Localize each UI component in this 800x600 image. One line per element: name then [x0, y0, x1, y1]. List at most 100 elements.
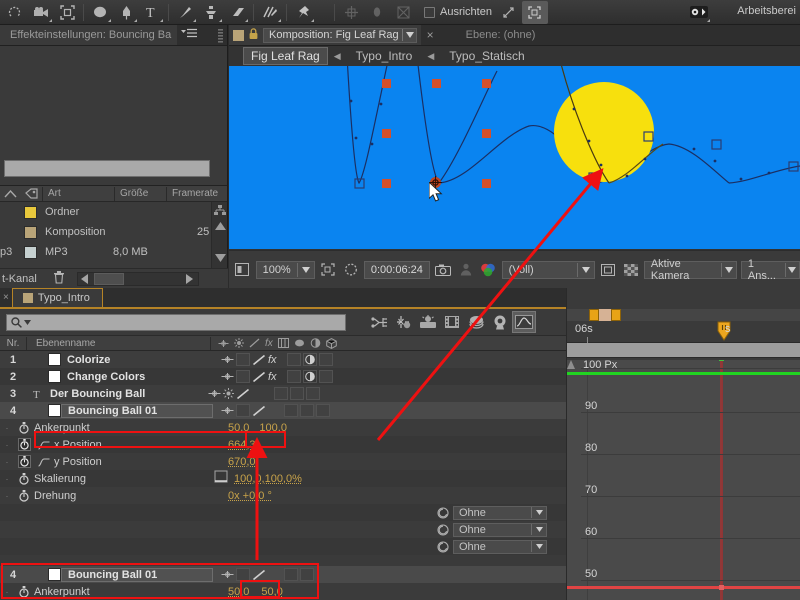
breadcrumb-item[interactable]: Typo_Intro	[347, 48, 422, 64]
property-value-x[interactable]: 0x +0,0 °	[228, 490, 272, 502]
close-icon[interactable]: ×	[427, 28, 434, 42]
graph-toggle-icon[interactable]	[34, 457, 54, 467]
project-col-framerate[interactable]: Framerate	[166, 187, 224, 201]
parent-cell[interactable]: Ohne	[437, 506, 557, 520]
ellipse-tool-icon[interactable]	[87, 1, 113, 24]
align-checkbox[interactable]	[424, 7, 435, 18]
zoom-level-dropdown[interactable]: 100%	[256, 261, 315, 279]
stopwatch-icon[interactable]	[14, 422, 34, 434]
scroll-up-icon[interactable]	[212, 218, 228, 234]
views-dropdown[interactable]: 1 Ans...	[741, 261, 800, 279]
graph-toggle-icon[interactable]	[34, 440, 54, 450]
parent-dropdown[interactable]: Ohne	[453, 506, 547, 520]
type-tool-icon[interactable]: T	[139, 1, 165, 24]
parent-dropdown[interactable]: Ohne	[453, 523, 547, 537]
current-time-display[interactable]: 0:00:06:24	[364, 261, 430, 279]
layer-name[interactable]: Change Colors	[61, 371, 221, 383]
project-vertical-scrollbar[interactable]	[211, 202, 227, 269]
motion-blur-icon[interactable]	[392, 311, 416, 333]
region-of-interest-icon[interactable]	[319, 261, 338, 279]
puppet-pin-tool-icon[interactable]	[290, 1, 316, 24]
camera-tool-icon[interactable]	[28, 1, 54, 24]
layer-name[interactable]: Bouncing Ball 01	[61, 404, 213, 418]
graph-scroll-indicator[interactable]	[567, 360, 575, 600]
property-value-x[interactable]: 50,0	[228, 422, 249, 434]
layer-name[interactable]: Colorize	[61, 354, 221, 366]
property-value-y[interactable]: 50,0	[261, 586, 282, 598]
tab-composition[interactable]: Komposition: Fig Leaf Rag	[229, 25, 421, 45]
panel-grip-icon[interactable]	[218, 29, 223, 46]
property-value-x[interactable]: 670,0	[228, 456, 256, 468]
stopwatch-icon[interactable]	[14, 473, 34, 485]
region-preview-icon[interactable]	[599, 261, 618, 279]
always-preview-icon[interactable]	[233, 261, 252, 279]
project-row[interactable]: Komposition 25	[0, 222, 227, 242]
stopwatch-icon[interactable]	[14, 586, 34, 598]
layer-switches[interactable]	[221, 404, 371, 417]
selection-tool-icon[interactable]	[2, 1, 28, 24]
graph-editor-preview-icon[interactable]	[488, 311, 512, 333]
mask-snap-icon[interactable]	[390, 1, 416, 24]
tab-timeline-composition[interactable]: Typo_Intro	[12, 288, 103, 307]
channels-icon[interactable]	[479, 261, 498, 279]
timeline-close-icon[interactable]: ×	[0, 292, 12, 303]
workarea-end-handle[interactable]	[611, 309, 621, 321]
show-snapshot-icon[interactable]	[456, 261, 475, 279]
layer-switches[interactable]	[221, 568, 371, 581]
parent-cell[interactable]: Ohne	[437, 523, 557, 537]
scrollbar-thumb[interactable]	[94, 273, 124, 285]
resolution-dropdown[interactable]: (Voll)	[502, 261, 595, 279]
camera-view-dropdown[interactable]: Aktive Kamera	[644, 261, 737, 279]
snapshot-icon[interactable]	[434, 261, 453, 279]
panel-menu-icon[interactable]	[181, 28, 197, 42]
clone-stamp-tool-icon[interactable]	[198, 1, 224, 24]
project-horizontal-scrollbar[interactable]	[77, 272, 199, 286]
transparency-grid-icon[interactable]	[621, 261, 640, 279]
sort-arrow-icon[interactable]	[0, 190, 20, 198]
scroll-left-icon[interactable]	[78, 274, 92, 284]
workspace-switcher-icon[interactable]	[686, 1, 712, 24]
time-ruler[interactable]: 06s s	[567, 321, 800, 343]
work-area-bar[interactable]	[567, 309, 800, 321]
stopwatch-icon[interactable]	[14, 438, 34, 451]
layer-switches[interactable]	[208, 387, 358, 400]
graph-plot-area[interactable]: 100 Px 90 80 70 60 50	[567, 360, 800, 600]
composition-tab-title-box[interactable]: Komposition: Fig Leaf Rag	[263, 28, 417, 43]
timeline-search-input[interactable]	[6, 314, 346, 331]
render-queue-icon[interactable]	[440, 311, 464, 333]
brush-tool-icon[interactable]	[172, 1, 198, 24]
graph-editor-toggle-icon[interactable]	[512, 311, 536, 333]
property-value-x[interactable]: 50,0	[228, 586, 249, 598]
tab-effect-controls[interactable]: Effekteinstellungen: Bouncing Ba	[0, 25, 177, 45]
parent-dropdown[interactable]: Ohne	[453, 540, 547, 554]
project-row[interactable]: Ordner	[0, 202, 227, 222]
composition-canvas[interactable]	[229, 66, 800, 249]
eraser-tool-icon[interactable]	[224, 1, 250, 24]
project-row[interactable]: p3 MP3 8,0 MB	[0, 242, 227, 262]
scale-link-icon[interactable]	[214, 470, 228, 487]
parent-cell[interactable]: Ohne	[437, 540, 557, 554]
graph-keyframe-marker[interactable]	[719, 360, 724, 361]
scroll-right-icon[interactable]	[182, 274, 198, 284]
stopwatch-icon[interactable]	[14, 455, 34, 468]
lock-icon[interactable]	[249, 28, 258, 43]
roto-brush-tool-icon[interactable]	[257, 1, 283, 24]
workarea-start-handle[interactable]	[589, 309, 599, 321]
workspace-label[interactable]: Arbeitsberei	[737, 5, 796, 17]
layer-name[interactable]: Der Bouncing Ball	[48, 388, 208, 400]
brainstorm-icon[interactable]	[416, 311, 440, 333]
stopwatch-icon[interactable]	[14, 490, 34, 502]
breadcrumb-item-current[interactable]: Fig Leaf Rag	[243, 47, 328, 65]
col-layername[interactable]: Ebenenname	[32, 338, 180, 349]
pen-tool-icon[interactable]	[113, 1, 139, 24]
layer-stack-icon[interactable]	[464, 311, 488, 333]
project-tree-icon[interactable]	[212, 202, 228, 218]
layer-name[interactable]: Bouncing Ball 01	[61, 568, 213, 582]
toggle-switches-modes-icon[interactable]	[368, 311, 392, 333]
view-options-icon[interactable]	[522, 1, 548, 24]
col-number[interactable]: Nr.	[0, 338, 26, 349]
project-search-input[interactable]	[4, 160, 210, 177]
region-of-interest-icon[interactable]	[54, 1, 80, 24]
workarea-span[interactable]	[599, 309, 611, 321]
delete-icon[interactable]	[53, 270, 65, 287]
